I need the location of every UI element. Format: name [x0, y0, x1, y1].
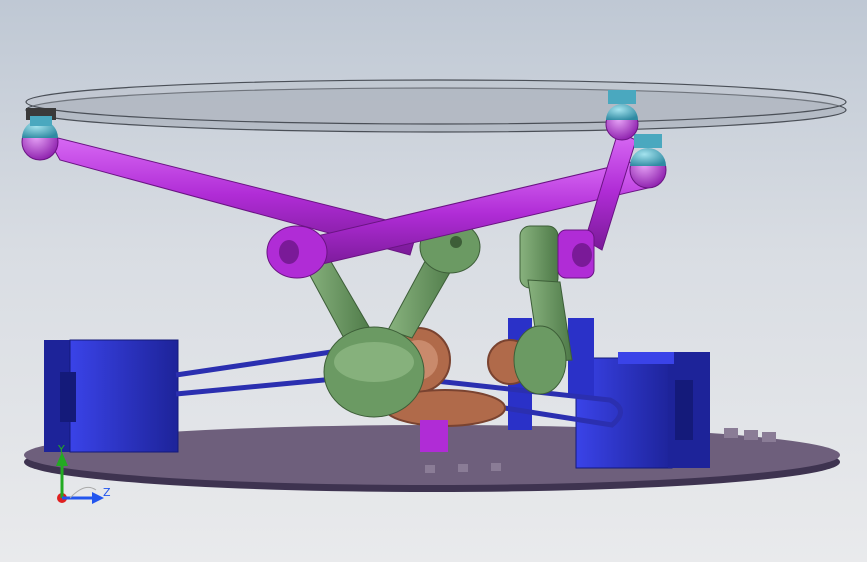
- right-motor[interactable]: [575, 352, 710, 469]
- 3d-viewport[interactable]: Y Z: [0, 0, 867, 562]
- left-motor[interactable]: [44, 339, 179, 453]
- triad-y-label: Y: [58, 443, 65, 456]
- upper-arms[interactable]: [44, 131, 649, 279]
- top-platform[interactable]: [25, 79, 847, 133]
- cad-scene[interactable]: [0, 0, 867, 562]
- triad-z-label: Z: [103, 486, 111, 499]
